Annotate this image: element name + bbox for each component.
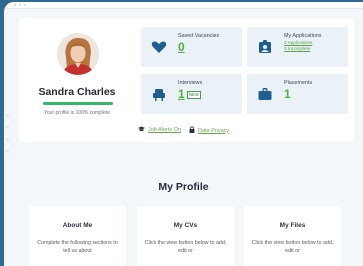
side-rail (6, 114, 9, 153)
armchair-icon (150, 85, 168, 103)
card-title: About Me (62, 222, 93, 229)
profile-progress-bar (43, 102, 113, 105)
profile-progress-fill (43, 102, 113, 105)
avatar (57, 33, 99, 75)
saved-vacancies-count[interactable]: 0 (178, 40, 185, 54)
rail-dot[interactable] (6, 114, 9, 117)
tile-interviews[interactable]: Interviews 1 NEW (141, 74, 242, 114)
tile-label: Interviews (178, 80, 203, 86)
card-title: My Files (279, 222, 306, 229)
placements-count[interactable]: 1 (284, 87, 291, 101)
briefcase-icon (256, 85, 274, 103)
app-window: Sandra Charles Your profile is 100% comp… (4, 2, 363, 266)
window-controls (14, 4, 26, 6)
user-name: Sandra Charles (38, 86, 116, 98)
dashboard-panel: Sandra Charles Your profile is 100% comp… (19, 18, 354, 142)
rail-dot[interactable] (6, 138, 9, 141)
card-description: Click the view button below to add, edit… (144, 240, 227, 254)
about-me-card[interactable]: About Me Complete the following sections… (29, 206, 126, 266)
job-alerts-link[interactable]: Job Alerts On (138, 126, 181, 134)
tile-my-applications[interactable]: My Applications 3 Applications 3 Incompl… (247, 27, 348, 67)
tile-label: Saved Vacancies (178, 33, 220, 39)
tile-label: My Applications (284, 33, 322, 39)
card-description: Complete the following sections to tell … (37, 240, 118, 254)
id-badge-icon (256, 38, 274, 56)
profile-summary: Sandra Charles Your profile is 100% comp… (19, 18, 135, 142)
my-profile-heading: My Profile (158, 181, 209, 193)
profile-progress-text: Your profile is 100% complete (44, 110, 110, 116)
rail-dot[interactable] (6, 126, 9, 129)
job-alerts-text[interactable]: Job Alerts On (148, 127, 181, 133)
lock-icon (189, 126, 195, 135)
my-files-card[interactable]: My Files Click the view button below to … (244, 206, 341, 266)
interviews-count[interactable]: 1 (178, 87, 185, 101)
my-cvs-card[interactable]: My CVs Click the view button below to ad… (137, 206, 234, 266)
rail-dot[interactable] (6, 150, 9, 153)
incomplete-link[interactable]: 3 Incomplete (284, 46, 312, 52)
tile-saved-vacancies[interactable]: Saved Vacancies 0 (141, 27, 242, 67)
tile-label: Placements (284, 80, 313, 86)
graduation-cap-icon (138, 126, 145, 134)
new-badge: NEW (187, 91, 201, 99)
heart-icon (150, 38, 168, 56)
tile-placements[interactable]: Placements 1 (247, 74, 348, 114)
data-privacy-text[interactable]: Data Privacy (198, 128, 229, 134)
card-title: My CVs (173, 222, 198, 229)
top-bar (4, 2, 363, 9)
applications-links: 3 Applications 3 Incomplete (284, 40, 312, 52)
card-description: Click the view button below to add, edit… (251, 240, 334, 254)
data-privacy-link[interactable]: Data Privacy (189, 126, 229, 135)
